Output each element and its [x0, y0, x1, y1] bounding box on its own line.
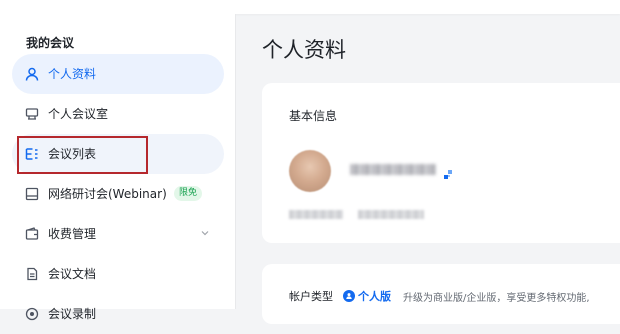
upgrade-hint[interactable]: 升级为商业版/企业版，享受更多特权功能, — [403, 289, 590, 304]
record-icon — [25, 307, 39, 321]
sidebar-item-recordings[interactable]: 会议录制 — [12, 294, 224, 334]
user-meta-redacted — [358, 210, 424, 219]
sidebar-item-documents[interactable]: 会议文档 — [12, 254, 224, 294]
account-type-text: 个人版 — [358, 290, 391, 303]
sidebar-item-label: 会议文档 — [48, 267, 97, 281]
account-type-label: 帐户类型 — [289, 290, 333, 303]
top-bar — [0, 0, 620, 14]
person-icon — [25, 67, 39, 81]
highlight-annotation — [17, 136, 148, 174]
basic-info-title: 基本信息 — [289, 109, 338, 123]
sidebar-item-profile[interactable]: 个人资料 — [12, 54, 224, 94]
avatar[interactable] — [289, 150, 331, 192]
sidebar-item-label: 收费管理 — [48, 227, 97, 241]
page-title: 个人资料 — [262, 38, 346, 62]
sidebar-item-label: 网络研讨会(Webinar) — [48, 187, 167, 201]
account-card: 帐户类型 个人版 升级为商业版/企业版，享受更多特权功能, — [262, 264, 620, 324]
account-type-row: 帐户类型 个人版 升级为商业版/企业版，享受更多特权功能, — [289, 288, 590, 304]
basic-info-card: 基本信息 — [262, 83, 620, 243]
sidebar-item-personal-room[interactable]: 个人会议室 — [12, 94, 224, 134]
person-badge-icon — [343, 290, 355, 302]
sidebar-item-billing[interactable]: 收费管理 — [12, 214, 224, 254]
sidebar-item-label: 个人会议室 — [48, 107, 109, 121]
sidebar-item-label: 个人资料 — [48, 67, 97, 81]
webinar-icon — [25, 187, 39, 201]
sidebar-item-label: 会议录制 — [48, 307, 97, 321]
sidebar-item-webinar[interactable]: 网络研讨会(Webinar) 限免 — [12, 174, 224, 214]
free-badge: 限免 — [174, 186, 203, 201]
edit-icon[interactable] — [443, 165, 453, 179]
user-meta-redacted — [289, 210, 343, 219]
wallet-icon — [25, 227, 39, 241]
account-type-value: 个人版 — [343, 288, 391, 304]
meeting-room-icon — [25, 107, 39, 121]
sidebar-title: 我的会议 — [26, 36, 75, 50]
user-name-redacted — [350, 164, 436, 175]
chevron-down-icon[interactable] — [200, 227, 210, 237]
document-icon — [25, 267, 39, 281]
